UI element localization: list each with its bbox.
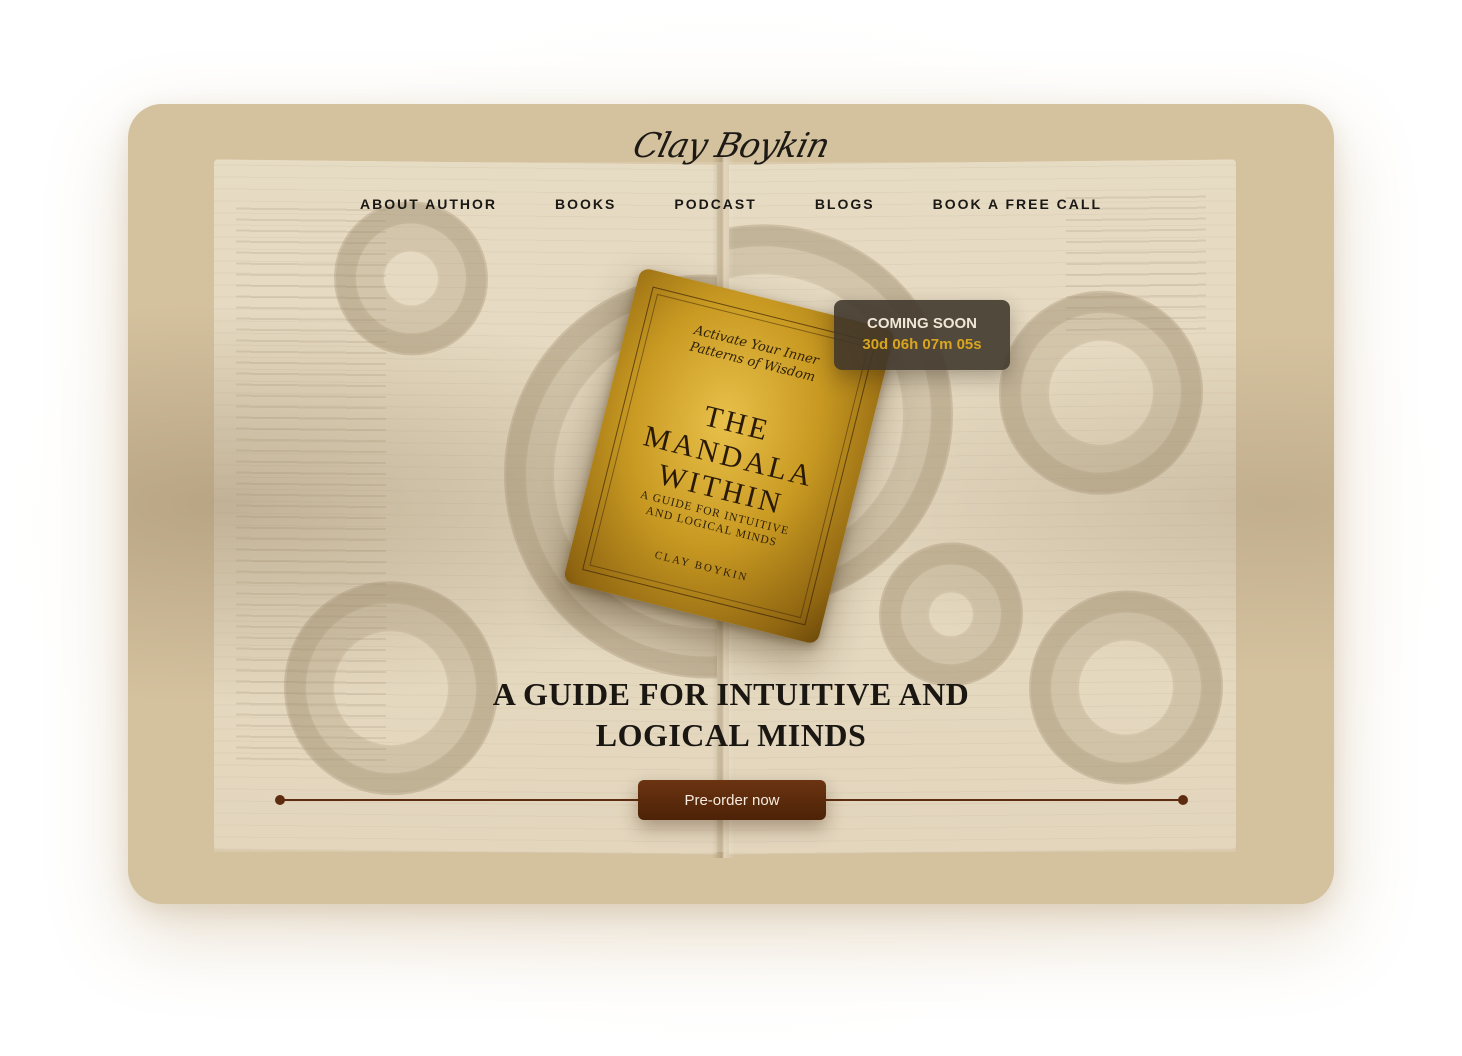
page-backdrop: Clay Boykin ABOUT AUTHOR BOOKS PODCAST B… [0, 0, 1462, 1056]
main-nav: ABOUT AUTHOR BOOKS PODCAST BLOGS BOOK A … [128, 196, 1334, 212]
hero-headline: A GUIDE FOR INTUITIVE AND LOGICAL MINDS [492, 676, 970, 753]
cta-divider-dot [275, 795, 285, 805]
countdown-timer: 30d 06h 07m 05s [862, 336, 982, 353]
nav-about-author[interactable]: ABOUT AUTHOR [360, 196, 497, 212]
cta-divider-dot [1178, 795, 1188, 805]
coming-soon-countdown: COMING SOON 30d 06h 07m 05s [834, 300, 1010, 370]
nav-podcast[interactable]: PODCAST [674, 196, 756, 212]
hero-card: Clay Boykin ABOUT AUTHOR BOOKS PODCAST B… [128, 104, 1334, 904]
nav-book-free-call[interactable]: BOOK A FREE CALL [933, 196, 1102, 212]
nav-blogs[interactable]: BLOGS [815, 196, 875, 212]
preorder-button[interactable]: Pre-order now [638, 780, 826, 820]
nav-books[interactable]: BOOKS [555, 196, 616, 212]
countdown-label: COMING SOON [866, 315, 977, 332]
logo-signature-icon[interactable]: Clay Boykin [128, 126, 1334, 166]
